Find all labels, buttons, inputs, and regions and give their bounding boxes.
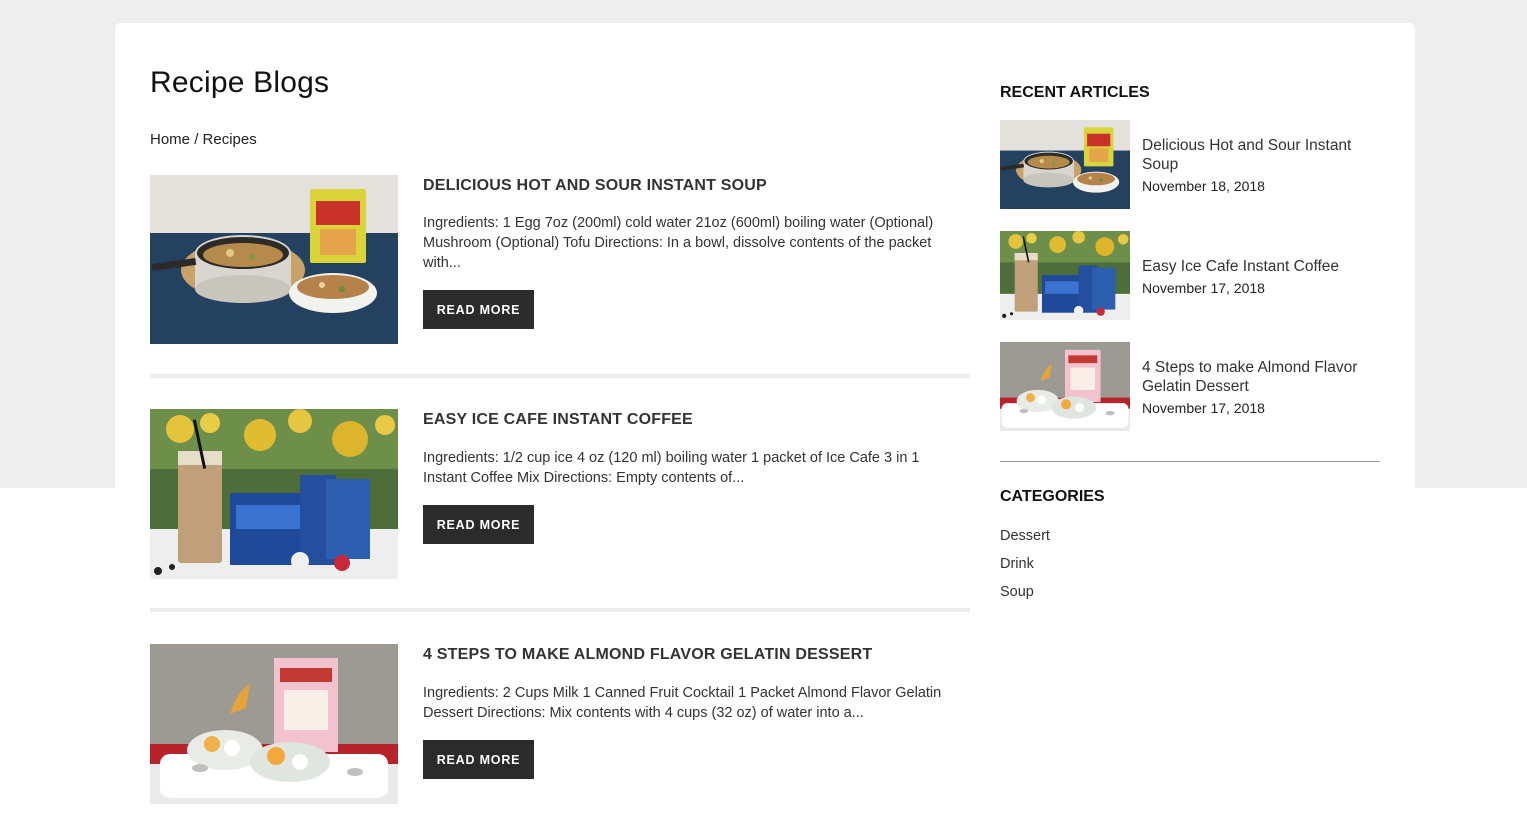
read-more-button[interactable]: Read More: [423, 505, 534, 544]
post-excerpt: Ingredients: 1/2 cup ice 4 oz (120 ml) b…: [423, 450, 920, 486]
recent-article-title[interactable]: 4 Steps to make Almond Flavor Gelatin De…: [1142, 358, 1382, 396]
read-more-button[interactable]: Read More: [423, 290, 534, 329]
page-title: Recipe Blogs: [150, 66, 330, 99]
coffee-photo: [1000, 231, 1130, 320]
post-title[interactable]: Easy Ice Cafe Instant Coffee: [423, 411, 693, 429]
recent-article-title[interactable]: Delicious Hot and Sour Instant Soup: [1142, 136, 1382, 174]
soup-photo: [150, 175, 398, 344]
post-thumbnail[interactable]: [150, 644, 398, 804]
sidebar-divider: [1000, 461, 1380, 462]
post-excerpt: Ingredients: 2 Cups Milk 1 Canned Fruit …: [423, 685, 942, 721]
recent-article-date: November 17, 2018: [1142, 280, 1265, 296]
breadcrumb-home-link[interactable]: Home: [150, 131, 190, 148]
category-link-dessert[interactable]: Dessert: [1000, 528, 1050, 544]
recent-article-date: November 18, 2018: [1142, 178, 1265, 194]
recent-article-thumbnail[interactable]: [1000, 120, 1130, 209]
categories-heading: Categories: [1000, 488, 1105, 505]
blog-post: 4 Steps to make Almond Flavor Gelatin De…: [150, 644, 970, 804]
recent-article-item: Easy Ice Cafe Instant Coffee November 17…: [1000, 231, 1380, 320]
coffee-photo: [150, 409, 398, 579]
post-excerpt: Ingredients: 1 Egg 7oz (200ml) cold wate…: [423, 215, 934, 271]
recent-article-date: November 17, 2018: [1142, 400, 1265, 416]
recent-article-thumbnail[interactable]: [1000, 342, 1130, 431]
post-title[interactable]: Delicious Hot and Sour Instant Soup: [423, 177, 767, 195]
recent-articles-heading: Recent Articles: [1000, 84, 1150, 101]
soup-photo: [1000, 120, 1130, 209]
post-title[interactable]: 4 Steps to make Almond Flavor Gelatin De…: [423, 646, 872, 664]
recent-article-item: 4 Steps to make Almond Flavor Gelatin De…: [1000, 342, 1380, 431]
breadcrumb-separator: /: [194, 131, 199, 148]
recent-article-thumbnail[interactable]: [1000, 231, 1130, 320]
post-thumbnail[interactable]: [150, 409, 398, 579]
post-divider: [150, 374, 970, 378]
breadcrumb-current: Recipes: [202, 131, 257, 148]
post-divider: [150, 608, 970, 612]
category-link-soup[interactable]: Soup: [1000, 584, 1034, 600]
blog-post: Easy Ice Cafe Instant Coffee Ingredients…: [150, 409, 970, 579]
dessert-photo: [150, 644, 398, 804]
dessert-photo: [1000, 342, 1130, 431]
blog-post: Delicious Hot and Sour Instant Soup Ingr…: [150, 175, 970, 345]
recent-article-title[interactable]: Easy Ice Cafe Instant Coffee: [1142, 257, 1382, 276]
read-more-button[interactable]: Read More: [423, 740, 534, 779]
post-thumbnail[interactable]: [150, 175, 398, 344]
recent-article-item: Delicious Hot and Sour Instant Soup Nove…: [1000, 120, 1380, 209]
breadcrumb: Home / Recipes: [150, 131, 257, 148]
category-link-drink[interactable]: Drink: [1000, 556, 1034, 572]
